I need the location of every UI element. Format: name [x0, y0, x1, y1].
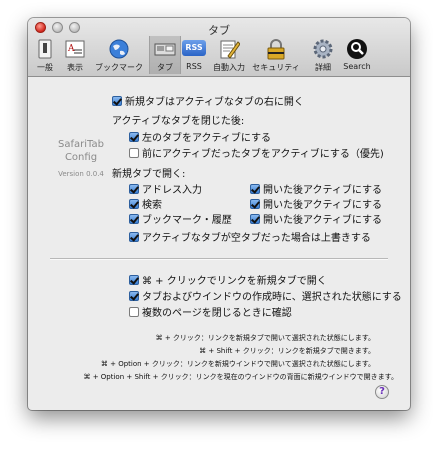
toolbar-item-advanced[interactable]: 詳細	[308, 36, 338, 74]
checkbox[interactable]	[129, 232, 139, 242]
checkbox-activate-search[interactable]: 開いた後アクティブにする	[250, 199, 382, 212]
magnifier-icon	[347, 39, 367, 59]
checkbox-label: 開いた後アクティブにする	[263, 200, 382, 211]
checkbox[interactable]	[129, 132, 139, 142]
toolbar-label: 表示	[67, 63, 83, 72]
plugin-name-line2: Config	[64, 152, 98, 163]
checkbox-label: 左のタブをアクティブにする	[142, 133, 271, 144]
toolbar-label: セキュリティ	[252, 63, 300, 72]
checkbox-open-search[interactable]: 検索	[129, 199, 162, 212]
toolbar-label: 詳細	[315, 63, 331, 72]
toolbar-label: 一般	[37, 63, 53, 72]
checkbox[interactable]	[129, 214, 139, 224]
checkbox-label: 開いた後アクティブにする	[263, 185, 382, 196]
rss-icon: RSS	[182, 40, 206, 56]
gear-icon	[313, 39, 333, 59]
section-open-header: 新規タブで開く:	[112, 169, 186, 180]
preferences-window: タブ 一般 A 表示 ブックマーク タブ RSS RSS 自動入力 セキュリティ…	[28, 18, 410, 410]
toolbar-item-rss[interactable]: RSS RSS	[180, 36, 208, 74]
toolbar-item-autofill[interactable]: 自動入力	[210, 36, 248, 74]
toolbar-item-search[interactable]: Search	[340, 36, 374, 74]
toolbar: タブ 一般 A 表示 ブックマーク タブ RSS RSS 自動入力 セキュリティ…	[28, 18, 410, 77]
checkbox[interactable]	[250, 214, 260, 224]
checkbox-label: タブおよびウインドウの作成時に、選択された状態にする	[142, 292, 402, 303]
plugin-name: SafariTab	[58, 139, 104, 150]
toolbar-item-bookmarks[interactable]: ブックマーク	[90, 36, 148, 74]
switch-icon	[38, 39, 52, 59]
checkbox-label: 開いた後アクティブにする	[263, 215, 382, 226]
shortcut-note: ⌘ + クリック：リンクを新規タブで開いて選択された状態にします。	[155, 334, 375, 342]
checkbox-label: ブックマーク・履歴	[142, 215, 232, 226]
checkbox-label: アクティブなタブが空タブだった場合は上書きする	[142, 233, 371, 244]
toolbar-label: ブックマーク	[95, 63, 143, 72]
globe-icon	[109, 39, 129, 59]
shortcut-note: ⌘ + Option + Shift + クリック：リンクを現在のウインドウの背…	[83, 373, 398, 381]
checkbox-label: 新規タブはアクティブなタブの右に開く	[125, 97, 304, 108]
toolbar-item-appearance[interactable]: A 表示	[60, 36, 90, 74]
section-close-header: アクティブなタブを閉じた後:	[112, 116, 245, 127]
toolbar-item-general[interactable]: 一般	[30, 36, 60, 74]
checkbox-close-left[interactable]: 左のタブをアクティブにする	[129, 132, 271, 145]
lock-icon	[267, 39, 285, 60]
toolbar-item-security[interactable]: セキュリティ	[250, 36, 302, 74]
checkbox[interactable]	[250, 184, 260, 194]
checkbox[interactable]	[112, 96, 122, 106]
checkbox-label: 複数のページを閉じるときに確認	[142, 308, 292, 319]
shortcut-note: ⌘ + Shift + クリック：リンクを新規タブで開きます。	[199, 347, 375, 355]
checkbox-open-bookmark[interactable]: ブックマーク・履歴	[129, 214, 232, 227]
checkbox-activate-address[interactable]: 開いた後アクティブにする	[250, 184, 382, 197]
tabs-icon	[154, 43, 176, 56]
checkbox-label: 検索	[142, 200, 162, 211]
toolbar-label: タブ	[157, 63, 173, 72]
toolbar-item-tabs[interactable]: タブ	[149, 36, 181, 74]
checkbox-overwrite-empty[interactable]: アクティブなタブが空タブだった場合は上書きする	[129, 232, 371, 245]
checkbox[interactable]	[250, 199, 260, 209]
checkbox-close-previous[interactable]: 前にアクティブだったタブをアクティブにする（優先)	[129, 148, 384, 161]
checkbox-open-address[interactable]: アドレス入力	[129, 184, 202, 197]
toolbar-label: RSS	[186, 62, 202, 71]
checkbox-confirm-close[interactable]: 複数のページを閉じるときに確認	[129, 307, 292, 320]
checkbox-label: ⌘ + クリックでリンクを新規タブで開く	[142, 276, 327, 287]
plugin-version: Version 0.0.4	[58, 170, 104, 178]
plugin-info: SafariTab Config Version 0.0.4	[46, 138, 116, 178]
checkbox[interactable]	[129, 199, 139, 209]
svg-text:A: A	[67, 44, 75, 54]
divider	[50, 258, 388, 260]
shortcut-note: ⌘ + Option + クリック：リンクを新規ウインドウで開いて選択された状態…	[100, 360, 375, 368]
checkbox[interactable]	[129, 148, 139, 158]
font-icon: A	[65, 40, 85, 58]
checkbox[interactable]	[129, 184, 139, 194]
checkbox-label: 前にアクティブだったタブをアクティブにする（優先)	[142, 149, 384, 160]
checkbox-activate-bookmark[interactable]: 開いた後アクティブにする	[250, 214, 382, 227]
pencil-icon	[220, 40, 240, 59]
checkbox-label: アドレス入力	[142, 185, 202, 196]
toolbar-label: Search	[343, 62, 371, 71]
checkbox[interactable]	[129, 307, 139, 317]
help-button[interactable]: ?	[375, 385, 389, 399]
checkbox[interactable]	[129, 291, 139, 301]
checkbox-new-tab-right[interactable]: 新規タブはアクティブなタブの右に開く	[112, 96, 304, 109]
checkbox-select-on-create[interactable]: タブおよびウインドウの作成時に、選択された状態にする	[129, 291, 402, 304]
checkbox[interactable]	[129, 275, 139, 285]
checkbox-cmd-click[interactable]: ⌘ + クリックでリンクを新規タブで開く	[129, 275, 327, 288]
toolbar-label: 自動入力	[213, 63, 245, 72]
